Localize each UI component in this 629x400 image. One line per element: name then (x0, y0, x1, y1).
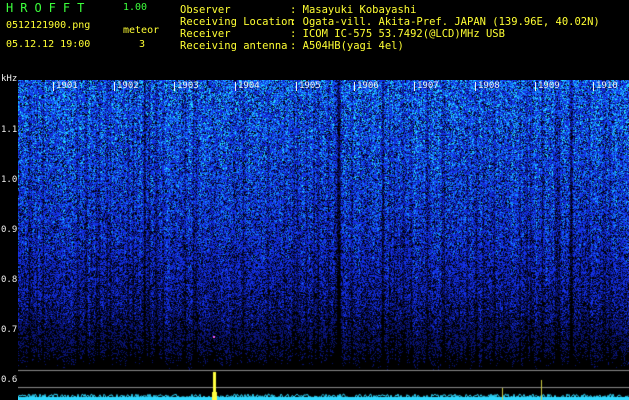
y-axis-unit: kHz (1, 74, 18, 84)
app-version: 1.00 (123, 2, 148, 13)
y-tick-label: 0.8 (1, 275, 18, 285)
observer-value: : Masayuki Kobayashi (290, 4, 417, 16)
receiver-label: Receiver (180, 28, 231, 40)
minute-label-1904: 1904 (235, 82, 260, 91)
y-tick-label: 1.0 (1, 175, 18, 185)
minute-label-1910: 1910 (593, 82, 618, 91)
observer-label: Observer (180, 4, 231, 16)
minute-label-1908: 1908 (475, 82, 500, 91)
antenna-value: : A504HB(yagi 4el) (290, 40, 404, 52)
minute-label-1909: 1909 (535, 82, 560, 91)
antenna-label: Receiving antenna (180, 40, 288, 52)
location-label: Receiving Location (180, 16, 294, 28)
minute-label-1903: 1903 (174, 82, 199, 91)
minute-label-1906: 1906 (354, 82, 379, 91)
receiver-value: : ICOM IC-575 53.7492(@LCD)MHz USB (290, 28, 505, 40)
meteor-count-value: 3 (139, 39, 146, 50)
observation-datetime: 05.12.12 19:00 (6, 39, 91, 50)
y-tick-label: 0.6 (1, 375, 18, 385)
y-tick-label: 0.7 (1, 325, 18, 335)
y-tick-label: 1.1 (1, 125, 18, 135)
meteor-count-label: meteor (123, 25, 160, 36)
spectrogram-display (18, 80, 629, 400)
y-tick-label: 0.9 (1, 225, 18, 235)
minute-label-1901: 1901 (53, 82, 78, 91)
minute-label-1907: 1907 (414, 82, 439, 91)
minute-label-1905: 1905 (296, 82, 321, 91)
file-name: 0512121900.png (6, 20, 91, 31)
hrofft-window: HROFFT 1.00 0512121900.png 05.12.12 19:0… (0, 0, 629, 400)
location-value: : Ogata-vill. Akita-Pref. JAPAN (139.96E… (290, 16, 600, 28)
app-title: HROFFT (6, 1, 92, 15)
minute-label-1902: 1902 (114, 82, 139, 91)
